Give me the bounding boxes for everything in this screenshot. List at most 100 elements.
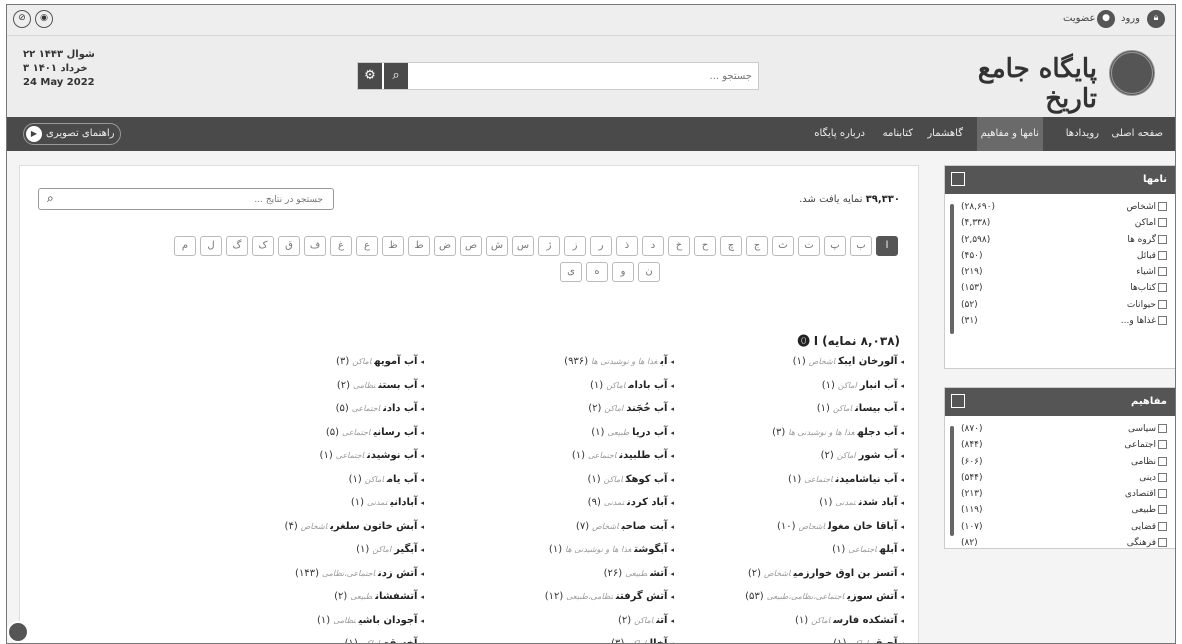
filter-row[interactable]: حیوانات (۵۲) (945, 298, 1175, 314)
filter-icon[interactable] (951, 172, 965, 186)
item-name[interactable]: آب انبار (860, 380, 898, 391)
letter-button[interactable]: م (174, 236, 196, 256)
letter-button[interactable]: د (642, 236, 664, 256)
list-item[interactable]: ◂آب رسانیاجتماعی(۵) (198, 421, 424, 445)
checkbox[interactable] (1158, 472, 1167, 482)
visual-guide-button[interactable]: ▶ راهنمای تصویری (23, 123, 122, 145)
item-name[interactable]: آخسقه (383, 638, 418, 643)
list-item[interactable]: ◂آتشطبیعی(۲۶) (424, 562, 674, 586)
item-name[interactable]: آبادانی (390, 497, 417, 508)
filter-row[interactable]: اشیاء (۲۱۹) (945, 265, 1175, 281)
filter-row[interactable]: نظامی (۶۰۶) (945, 455, 1175, 471)
item-name[interactable]: آب بستن (378, 380, 417, 391)
chat-icon[interactable] (7, 621, 29, 643)
item-name[interactable]: آتش سوزی (847, 591, 897, 602)
list-item[interactable]: ◂آتشفشانطبیعی(۲) (198, 585, 424, 609)
list-item[interactable]: ◂آخسقهاماکن(۱) (198, 632, 424, 643)
letter-button[interactable]: چ (720, 236, 742, 256)
letter-button[interactable]: ف (304, 236, 326, 256)
item-name[interactable]: آب (660, 356, 667, 367)
item-name[interactable]: آتسز بن اوق خوارزمی (793, 568, 897, 579)
list-item[interactable]: ◂آب شوراماکن(۲) (674, 444, 904, 468)
list-item[interactable]: ◂آباقا خان مغولاشخاص(۱۰) (674, 515, 904, 539)
item-name[interactable]: آب رسانی (373, 427, 417, 438)
item-name[interactable]: آتش زدن (378, 568, 417, 579)
checkbox[interactable] (1158, 283, 1167, 293)
letter-button[interactable]: ص (460, 236, 482, 256)
user-icon[interactable]: ● (1097, 10, 1115, 28)
checkbox[interactable] (1158, 440, 1167, 450)
list-item[interactable]: ◂آبگوشتغذا ها و نوشیدنی ها(۱) (424, 538, 674, 562)
item-name[interactable]: آب دریا (632, 427, 667, 438)
list-item[interactable]: ◂آبلهاجتماعی(۱) (674, 538, 904, 562)
item-name[interactable]: آب خُجَند (626, 403, 667, 414)
checkbox[interactable] (1158, 424, 1167, 433)
item-name[interactable]: آتش گرفتن (616, 591, 668, 602)
filter-row[interactable]: اماکن (۴,۳۳۸) (945, 216, 1175, 232)
list-item[interactable]: ◂آبگیراماکن(۱) (198, 538, 424, 562)
item-name[interactable]: آب شور (859, 450, 898, 461)
nav-timeline[interactable]: گاهشمار (927, 117, 963, 151)
search-icon[interactable]: ⌕ (47, 191, 54, 206)
list-item[interactable]: ◂آباد کردنتمدنی(۹) (424, 491, 674, 515)
item-name[interactable]: آب نیاشامیدن (836, 474, 898, 485)
settings-icon[interactable]: ⚙ (358, 63, 382, 89)
social-icon-2[interactable]: ◉ (35, 10, 53, 28)
filter-row[interactable]: قضایی (۱۰۷) (945, 520, 1175, 536)
letter-button[interactable]: س (512, 236, 534, 256)
item-name[interactable]: آب یام (387, 474, 418, 485)
letter-button[interactable]: ژ (538, 236, 560, 256)
list-item[interactable]: ◂آبت صاحباشخاص(۷) (424, 515, 674, 539)
list-item[interactable]: ◂آب دادناجتماعی(۵) (198, 397, 424, 421)
login-link[interactable]: ورود (1121, 13, 1140, 24)
list-item[interactable]: ◂آجیقیاماکن(۱) (674, 632, 904, 643)
results-search-input[interactable] (65, 191, 325, 209)
item-name[interactable]: آتشفشان (375, 591, 417, 602)
item-name[interactable]: آخال (649, 638, 667, 643)
filter-row[interactable]: گروه ها (۲,۵۹۸) (945, 233, 1175, 249)
item-name[interactable]: آب کوهک (626, 474, 668, 485)
list-item[interactable]: ◂آب کوهکاماکن(۱) (424, 468, 674, 492)
list-item[interactable]: ◂آتش گرفتننظامی،طبیعی(۱۲) (424, 585, 674, 609)
list-item[interactable]: ◂آبادانیتمدنی(۱) (198, 491, 424, 515)
letter-button[interactable]: ا (876, 236, 898, 256)
letter-button[interactable]: ظ (382, 236, 404, 256)
social-icon-1[interactable]: ⊘ (13, 10, 31, 28)
list-item[interactable]: ◂آباد شدنتمدنی(۱) (674, 491, 904, 515)
item-name[interactable]: آبش خاتون سلغری (330, 521, 417, 532)
nav-events[interactable]: رویدادها (1066, 117, 1099, 151)
checkbox[interactable] (1158, 234, 1167, 244)
letter-button[interactable]: پ (824, 236, 846, 256)
letter-button[interactable]: ح (694, 236, 716, 256)
item-name[interactable]: آلورخان ایبک (838, 356, 897, 367)
list-item[interactable]: ◂آب انباراماکن(۱) (674, 374, 904, 398)
letter-button[interactable]: ش (486, 236, 508, 256)
lock-icon[interactable]: 🔒︎ (1147, 10, 1165, 28)
filter-row[interactable]: اشخاص (۲۸,۶۹۰) (945, 200, 1175, 216)
item-name[interactable]: آب بیسان (855, 403, 897, 414)
checkbox[interactable] (1158, 538, 1167, 548)
item-name[interactable]: آبگوشت (634, 544, 667, 555)
list-item[interactable]: ◂آتسز بن اوق خوارزمیاشخاص(۲) (674, 562, 904, 586)
letter-button[interactable]: خ (668, 236, 690, 256)
search-input[interactable] (414, 66, 754, 86)
letter-button[interactable]: ب (850, 236, 872, 256)
nav-bibliography[interactable]: کتابنامه (883, 117, 913, 151)
list-item[interactable]: ◂آب باداماماکن(۱) (424, 374, 674, 398)
filter-row[interactable]: فرهنگی (۸۲) (945, 536, 1175, 552)
item-name[interactable]: آباد شدن (859, 497, 898, 508)
signup-link[interactable]: عضویت (1063, 13, 1095, 24)
letter-button[interactable]: ذ (616, 236, 638, 256)
letter-button[interactable]: و (612, 262, 634, 282)
list-item[interactable]: ◂آب دجلهغذا ها و نوشیدنی ها(۳) (674, 421, 904, 445)
list-item[interactable]: ◂آب آمویهاماکن(۳) (198, 350, 424, 374)
checkbox[interactable] (1158, 489, 1167, 499)
nav-about[interactable]: درباره پایگاه (814, 117, 865, 151)
filter-row[interactable]: طبیعی (۱۱۹) (945, 503, 1175, 519)
letter-button[interactable]: ت (798, 236, 820, 256)
letter-button[interactable]: ع (356, 236, 378, 256)
checkbox[interactable] (1158, 505, 1167, 515)
nav-names-concepts[interactable]: نامها و مفاهیم (976, 117, 1043, 151)
list-item[interactable]: ◂آب دریاطبیعی(۱) (424, 421, 674, 445)
list-item[interactable]: ◂آتشکده فارساماکن(۱) (674, 609, 904, 633)
